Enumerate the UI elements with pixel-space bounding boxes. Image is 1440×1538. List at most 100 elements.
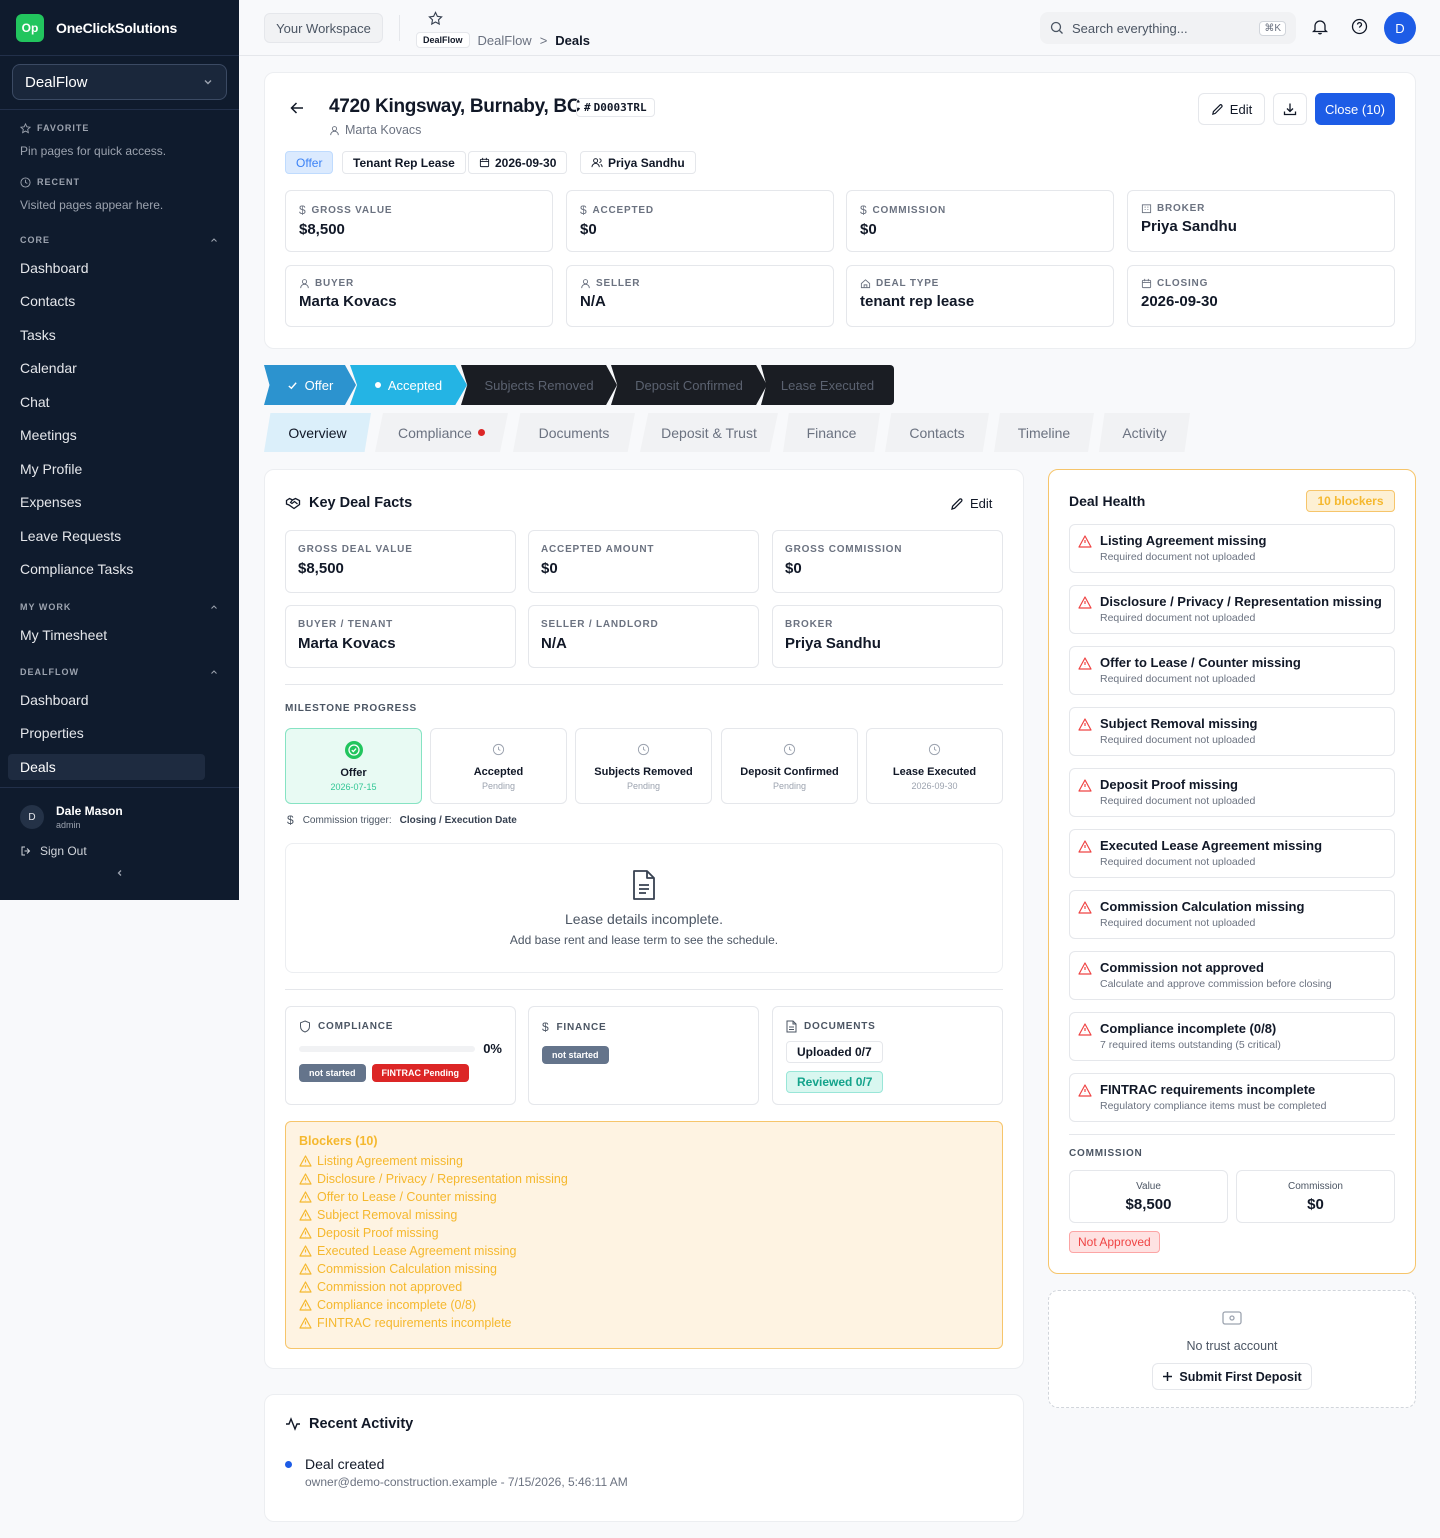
section-divider <box>1069 1134 1395 1135</box>
warning-icon <box>299 1281 312 1293</box>
fact-card: BROKER Priya Sandhu <box>772 605 1003 668</box>
stage-lease-executed[interactable]: Lease Executed <box>761 365 894 405</box>
reviewed-badge: Reviewed 0/7 <box>786 1071 884 1093</box>
nav-core: CORE Dashboard Contacts Tasks Calendar C… <box>0 233 239 586</box>
search-placeholder: Search everything... <box>1072 20 1188 36</box>
stat-value: Priya Sandhu <box>1141 218 1237 235</box>
user-card[interactable]: D Dale Mason admin <box>0 788 239 830</box>
tab-documents[interactable]: Documents <box>513 413 635 452</box>
chevron-up-icon <box>211 238 217 242</box>
health-issue-item[interactable]: Executed Lease Agreement missing Required… <box>1069 829 1395 878</box>
timeline-dot <box>285 1461 292 1468</box>
stage-deposit-confirmed[interactable]: Deposit Confirmed <box>611 365 767 405</box>
stage-subjects-removed[interactable]: Subjects Removed <box>461 365 617 405</box>
stat-value: Marta Kovacs <box>299 293 397 310</box>
documents-mini-card[interactable]: DOCUMENTS Uploaded 0/7 Reviewed 0/7 <box>772 1006 1003 1105</box>
breadcrumb: DealFlow DealFlow > Deals <box>416 32 590 48</box>
health-issue-item[interactable]: Deposit Proof missing Required document n… <box>1069 768 1395 817</box>
user-avatar-button[interactable]: D <box>1384 12 1416 44</box>
milestone-card: Lease Executed 2026-09-30 <box>866 728 1003 804</box>
nav-group-core[interactable]: CORE <box>0 233 239 247</box>
banknote-icon <box>1222 1311 1242 1325</box>
sidebar-item-deals[interactable]: Deals <box>8 754 205 780</box>
stage-offer[interactable]: Offer <box>264 365 356 405</box>
clock-icon <box>492 743 505 756</box>
tab-activity[interactable]: Activity <box>1099 413 1190 452</box>
download-button[interactable] <box>1273 93 1307 125</box>
collapse-sidebar-button[interactable] <box>0 868 239 878</box>
chevron-left-icon <box>117 870 121 876</box>
health-issue-item[interactable]: Offer to Lease / Counter missing Required… <box>1069 646 1395 695</box>
workspace-button[interactable]: Your Workspace <box>264 13 383 43</box>
sidebar-item-tasks[interactable]: Tasks <box>0 318 239 352</box>
sidebar-item-chat[interactable]: Chat <box>0 385 239 419</box>
dollar-icon: $ <box>287 813 294 827</box>
sidebar-item-my-profile[interactable]: My Profile <box>0 452 239 486</box>
plus-icon <box>1163 1372 1173 1381</box>
help-icon[interactable] <box>1351 18 1368 35</box>
milestone-card: Deposit Confirmed Pending <box>721 728 858 804</box>
tab-overview[interactable]: Overview <box>264 413 371 452</box>
sidebar-item-dashboard[interactable]: Dashboard <box>0 251 239 285</box>
health-issue-item[interactable]: Disclosure / Privacy / Representation mi… <box>1069 585 1395 634</box>
sidebar-item-expenses[interactable]: Expenses <box>0 486 239 520</box>
milestone-card: Offer 2026-07-15 <box>285 728 422 804</box>
dollar-icon: $ <box>580 203 588 217</box>
finance-mini-card[interactable]: $ FINANCE not started <box>528 1006 759 1105</box>
clock-icon <box>928 743 941 756</box>
health-issue-item[interactable]: Subject Removal missing Required document… <box>1069 707 1395 756</box>
compliance-progress-bar <box>299 1045 475 1052</box>
health-issue-item[interactable]: Commission not approved Calculate and app… <box>1069 951 1395 1000</box>
health-issue-item[interactable]: Compliance incomplete (0/8) 7 required it… <box>1069 1012 1395 1061</box>
edit-facts-button[interactable]: Edit <box>950 496 992 511</box>
back-arrow-icon[interactable] <box>289 100 305 116</box>
fintrac-badge: FINTRAC Pending <box>371 1064 470 1082</box>
stat-card: $ GROSS VALUE $8,500 <box>285 190 553 252</box>
alert-dot <box>477 429 485 436</box>
health-issue-item[interactable]: Listing Agreement missing Required docume… <box>1069 524 1395 573</box>
nav-group-dealflow[interactable]: DEALFLOW <box>0 665 239 679</box>
warning-icon <box>1078 657 1092 670</box>
nav-my-work: MY WORK My Timesheet <box>0 600 239 652</box>
sidebar-item-dealflow-dashboard[interactable]: Dashboard <box>0 683 239 717</box>
health-issue-item[interactable]: Commission Calculation missing Required d… <box>1069 890 1395 939</box>
edit-deal-button[interactable]: Edit <box>1198 93 1265 125</box>
bell-icon[interactable] <box>1312 18 1328 35</box>
blockers-title: Blockers (10) <box>299 1134 378 1148</box>
sidebar-item-properties[interactable]: Properties <box>0 717 239 751</box>
blocker-item: Listing Agreement missing <box>299 1152 989 1170</box>
sidebar-item-contacts[interactable]: Contacts <box>0 285 239 319</box>
app-switcher[interactable]: DealFlow <box>12 64 227 100</box>
star-icon[interactable] <box>428 11 443 26</box>
key-deal-facts-title: Key Deal Facts <box>285 495 412 511</box>
milestone-card: Accepted Pending <box>430 728 567 804</box>
sidebar-item-meetings[interactable]: Meetings <box>0 419 239 453</box>
submit-first-deposit-button[interactable]: Submit First Deposit <box>1152 1363 1312 1390</box>
nav-group-my-work[interactable]: MY WORK <box>0 600 239 614</box>
sidebar-item-calendar[interactable]: Calendar <box>0 352 239 386</box>
user-icon <box>330 125 339 135</box>
status-badge: Offer <box>285 151 334 174</box>
tab-compliance[interactable]: Compliance <box>375 413 508 452</box>
health-issue-item[interactable]: FINTRAC requirements incomplete Regulator… <box>1069 1073 1395 1122</box>
warning-icon <box>1078 1023 1092 1036</box>
tab-deposit-trust[interactable]: Deposit & Trust <box>640 413 778 452</box>
sign-out-button[interactable]: Sign Out <box>0 830 239 858</box>
current-stage-dot <box>374 382 381 388</box>
close-deal-button[interactable]: Close (10) <box>1315 93 1395 125</box>
breadcrumb-app[interactable]: DealFlow <box>478 33 532 48</box>
blocker-item: Compliance incomplete (0/8) <box>299 1296 989 1314</box>
compliance-mini-card[interactable]: COMPLIANCE 0% not started FINTRAC Pendin… <box>285 1006 516 1105</box>
tab-finance[interactable]: Finance <box>783 413 880 452</box>
blocker-item: Deposit Proof missing <box>299 1224 989 1242</box>
tab-contacts[interactable]: Contacts <box>885 413 989 452</box>
search-input[interactable]: Search everything... ⌘K <box>1040 12 1296 44</box>
breadcrumb-app-badge: DealFlow <box>416 32 470 48</box>
sidebar-item-compliance-tasks[interactable]: Compliance Tasks <box>0 553 239 587</box>
brand-logo: Op <box>16 13 44 42</box>
stage-accepted[interactable]: Accepted <box>350 365 467 405</box>
sidebar-item-leave-requests[interactable]: Leave Requests <box>0 519 239 553</box>
sidebar-item-my-timesheet[interactable]: My Timesheet <box>0 618 239 652</box>
tab-timeline[interactable]: Timeline <box>994 413 1094 452</box>
no-trust-text: No trust account <box>1186 1339 1278 1353</box>
